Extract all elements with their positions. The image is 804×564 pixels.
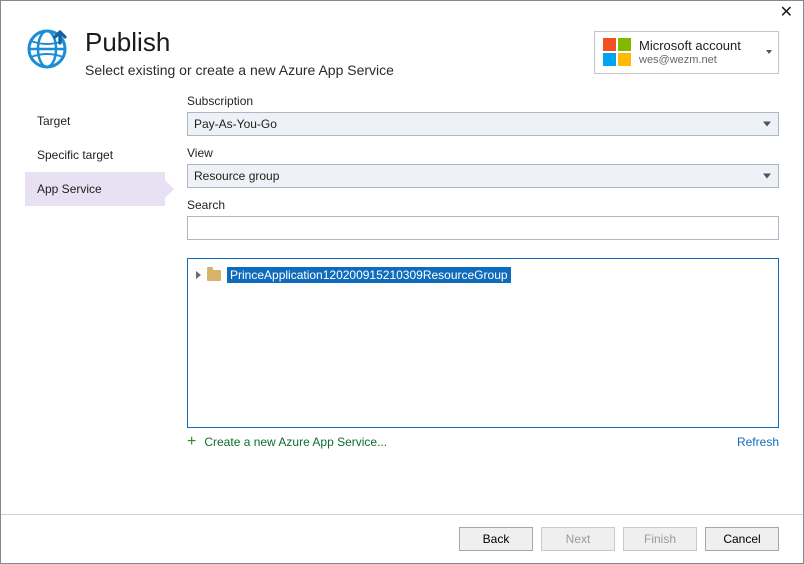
footer: Back Next Finish Cancel (1, 514, 803, 563)
subscription-select[interactable]: Pay-As-You-Go (187, 112, 779, 136)
next-button[interactable]: Next (541, 527, 615, 551)
page-title: Publish (85, 27, 394, 58)
subscription-label: Subscription (187, 94, 779, 108)
folder-icon (207, 270, 221, 281)
chevron-right-icon[interactable] (196, 271, 201, 279)
plus-icon: + (187, 434, 196, 450)
publish-dialog: ✕ Publish Select existing or create a ne… (0, 0, 804, 564)
nav-item-app-service[interactable]: App Service (25, 172, 165, 206)
search-label: Search (187, 198, 779, 212)
account-label: Microsoft account (639, 38, 741, 54)
header-text: Publish Select existing or create a new … (85, 27, 394, 78)
wizard-nav: Target Specific target App Service (25, 94, 165, 450)
back-button[interactable]: Back (459, 527, 533, 551)
close-icon[interactable]: ✕ (780, 5, 793, 21)
tree-item[interactable]: PrinceApplication120200915210309Resource… (196, 267, 770, 283)
account-picker[interactable]: Microsoft account wes@wezm.net (594, 31, 779, 74)
nav-item-target[interactable]: Target (25, 104, 165, 138)
view-value: Resource group (194, 169, 279, 183)
create-new-app-service-link[interactable]: + Create a new Azure App Service... (187, 434, 387, 450)
globe-upload-icon (25, 27, 69, 71)
tree-item-label: PrinceApplication120200915210309Resource… (227, 267, 511, 283)
resource-tree[interactable]: PrinceApplication120200915210309Resource… (187, 258, 779, 428)
nav-item-specific-target[interactable]: Specific target (25, 138, 165, 172)
subscription-value: Pay-As-You-Go (194, 117, 277, 131)
page-subtitle: Select existing or create a new Azure Ap… (85, 62, 394, 78)
cancel-button[interactable]: Cancel (705, 527, 779, 551)
finish-button[interactable]: Finish (623, 527, 697, 551)
create-link-label: Create a new Azure App Service... (204, 435, 387, 449)
refresh-link[interactable]: Refresh (737, 435, 779, 449)
main-form: Subscription Pay-As-You-Go View Resource… (165, 94, 779, 450)
view-label: View (187, 146, 779, 160)
view-select[interactable]: Resource group (187, 164, 779, 188)
account-email: wes@wezm.net (639, 54, 741, 67)
search-input[interactable] (187, 216, 779, 240)
microsoft-logo-icon (603, 38, 631, 66)
